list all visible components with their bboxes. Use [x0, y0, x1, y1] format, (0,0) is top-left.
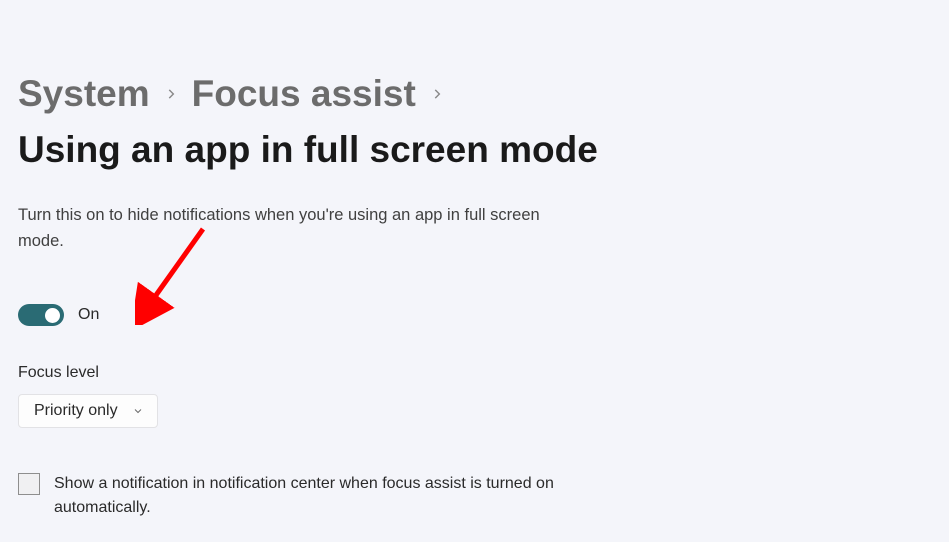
chevron-right-icon	[430, 87, 444, 101]
chevron-right-icon	[164, 87, 178, 101]
focus-level-value: Priority only	[34, 402, 118, 420]
page-description: Turn this on to hide notifications when …	[18, 203, 578, 254]
notification-checkbox[interactable]	[18, 473, 40, 495]
breadcrumb-system[interactable]: System	[18, 73, 150, 115]
notification-checkbox-label: Show a notification in notification cent…	[54, 472, 598, 520]
page-title: Using an app in full screen mode	[18, 129, 598, 171]
enable-toggle[interactable]	[18, 304, 64, 326]
chevron-down-icon	[132, 405, 144, 417]
toggle-row: On	[18, 304, 931, 326]
focus-level-label: Focus level	[18, 364, 931, 382]
toggle-knob	[45, 308, 60, 323]
toggle-state-label: On	[78, 306, 99, 324]
notification-checkbox-row: Show a notification in notification cent…	[18, 472, 598, 520]
focus-level-dropdown[interactable]: Priority only	[18, 394, 158, 428]
breadcrumb: System Focus assist Using an app in full…	[18, 73, 931, 171]
breadcrumb-focus-assist[interactable]: Focus assist	[192, 73, 416, 115]
